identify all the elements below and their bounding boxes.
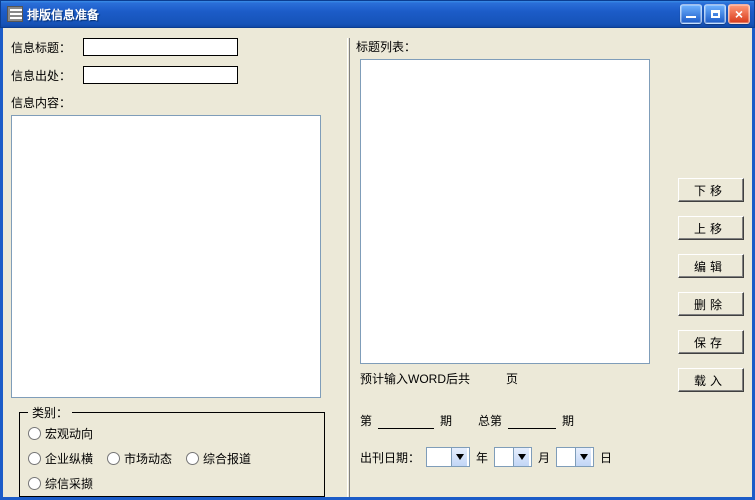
info-source-label: 信息出处：: [11, 67, 83, 84]
total-issue-no-input[interactable]: [508, 411, 556, 429]
move-down-button[interactable]: 下移: [678, 178, 744, 202]
category-label-3: 综合报道: [203, 450, 251, 467]
info-title-label: 信息标题：: [11, 39, 83, 56]
window-title: 排版信息准备: [27, 6, 680, 23]
save-button[interactable]: 保存: [678, 330, 744, 354]
category-option[interactable]: 企业纵横: [28, 450, 93, 467]
day-input[interactable]: [557, 449, 575, 465]
category-option[interactable]: 宏观动向: [28, 425, 316, 442]
category-legend: 类别：: [28, 404, 72, 421]
app-icon: [7, 6, 23, 22]
day-unit: 日: [600, 449, 612, 466]
close-button[interactable]: ×: [728, 4, 750, 24]
year-combo[interactable]: [426, 447, 470, 467]
window-titlebar: 排版信息准备 ×: [0, 0, 755, 28]
info-content-textarea[interactable]: [11, 115, 321, 398]
issue-mid: 期: [440, 412, 452, 429]
info-title-input[interactable]: [83, 38, 238, 56]
category-label-4: 综信采撷: [45, 475, 93, 492]
pane-divider: [347, 38, 350, 497]
category-label-1: 企业纵横: [45, 450, 93, 467]
load-button[interactable]: 载入: [678, 368, 744, 392]
move-up-button[interactable]: 上移: [678, 216, 744, 240]
word-count-prefix: 预计输入WORD后共: [360, 370, 470, 387]
delete-button[interactable]: 删除: [678, 292, 744, 316]
category-label-2: 市场动态: [124, 450, 172, 467]
info-source-input[interactable]: [83, 66, 238, 84]
category-radio-4[interactable]: [28, 477, 41, 490]
issue-no-input[interactable]: [378, 411, 434, 429]
category-radio-0[interactable]: [28, 427, 41, 440]
action-button-column: 下移 上移 编辑 删除 保存 载入: [678, 178, 744, 392]
category-option[interactable]: 综信采撷: [28, 475, 316, 492]
edit-button[interactable]: 编辑: [678, 254, 744, 278]
maximize-button[interactable]: [704, 4, 726, 24]
day-combo[interactable]: [556, 447, 594, 467]
month-input[interactable]: [495, 449, 513, 465]
issue-prefix: 第: [360, 412, 372, 429]
month-combo[interactable]: [494, 447, 532, 467]
category-option[interactable]: 市场动态: [107, 450, 172, 467]
client-area: 信息标题： 信息出处： 信息内容： 类别： 宏观动向 企业纵横: [0, 28, 755, 500]
word-count-suffix: 页: [506, 370, 518, 387]
publish-date-label: 出刊日期：: [360, 449, 420, 466]
category-option[interactable]: 综合报道: [186, 450, 251, 467]
category-group: 类别： 宏观动向 企业纵横 市场动态 综合报道: [19, 404, 325, 497]
left-pane: 信息标题： 信息出处： 信息内容： 类别： 宏观动向 企业纵横: [11, 38, 341, 497]
month-unit: 月: [538, 449, 550, 466]
category-radio-1[interactable]: [28, 452, 41, 465]
word-count-value: [476, 370, 500, 387]
title-listbox[interactable]: [360, 59, 650, 364]
dropdown-arrow-icon[interactable]: [575, 448, 591, 466]
title-list-label: 标题列表：: [356, 38, 744, 55]
info-content-label: 信息内容：: [11, 96, 71, 110]
year-unit: 年: [476, 449, 488, 466]
minimize-button[interactable]: [680, 4, 702, 24]
total-issue-suffix: 期: [562, 412, 574, 429]
category-label-0: 宏观动向: [45, 425, 93, 442]
year-input[interactable]: [427, 449, 451, 465]
category-radio-3[interactable]: [186, 452, 199, 465]
dropdown-arrow-icon[interactable]: [451, 448, 467, 466]
dropdown-arrow-icon[interactable]: [513, 448, 529, 466]
total-issue-prefix: 总第: [478, 412, 502, 429]
category-radio-2[interactable]: [107, 452, 120, 465]
